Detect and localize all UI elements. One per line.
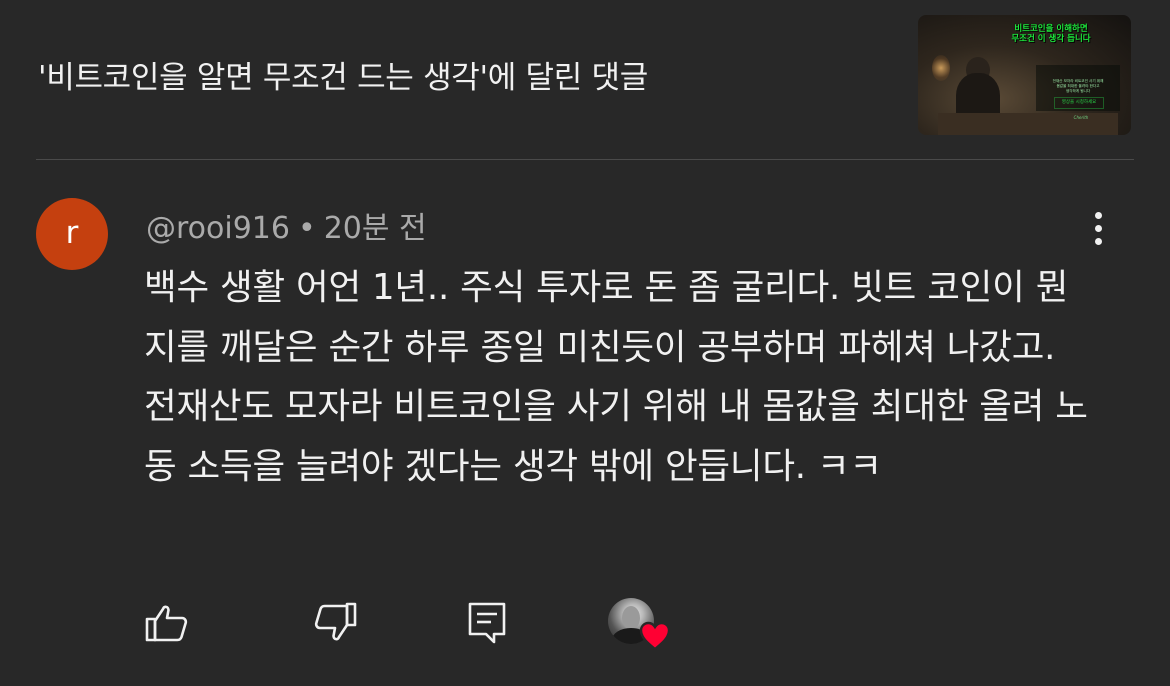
page-title: '비트코인을 알면 무조건 드는 생각'에 달린 댓글 xyxy=(38,60,648,96)
meta-separator: • xyxy=(297,211,316,246)
more-options-icon[interactable] xyxy=(1084,212,1112,256)
thumbnail-lamp xyxy=(932,55,950,81)
creator-heart-badge[interactable] xyxy=(608,598,672,654)
comment-body: 백수 생활 어언 1년.. 주식 투자로 돈 좀 굴리다. 빗트 코인이 뭔지를… xyxy=(144,267,1088,487)
reply-icon xyxy=(468,602,506,644)
header-divider xyxy=(36,159,1134,160)
like-button[interactable] xyxy=(144,600,190,646)
reply-button[interactable] xyxy=(464,600,510,646)
video-thumbnail[interactable]: 비트코인을 이해하면 무조건 이 생각 듭니다 전재산 모자라 비트코인 사기 … xyxy=(918,15,1131,135)
thumbnail-cta: 영상을 시청하세요 xyxy=(1054,97,1104,109)
thumbnail-signature: Cherith xyxy=(1073,115,1089,120)
thumbnail-caption: 전재산 모자라 비트코인 사기 위해 몸값을 최대한 올려야 한다고 생각하게 … xyxy=(1052,79,1104,93)
author-handle[interactable]: @rooi916 xyxy=(146,211,290,246)
heart-icon xyxy=(639,621,671,651)
dislike-button[interactable] xyxy=(312,600,358,646)
thumbs-up-icon xyxy=(145,605,188,642)
comment-timestamp: 20분 전 xyxy=(323,211,427,246)
thumbnail-headline: 비트코인을 이해하면 무조건 이 생각 듭니다 xyxy=(1011,24,1091,44)
thumbs-down-icon xyxy=(314,602,357,641)
comment-meta: @rooi916 • 20분 전 xyxy=(146,203,427,247)
author-avatar[interactable]: r xyxy=(36,198,108,270)
